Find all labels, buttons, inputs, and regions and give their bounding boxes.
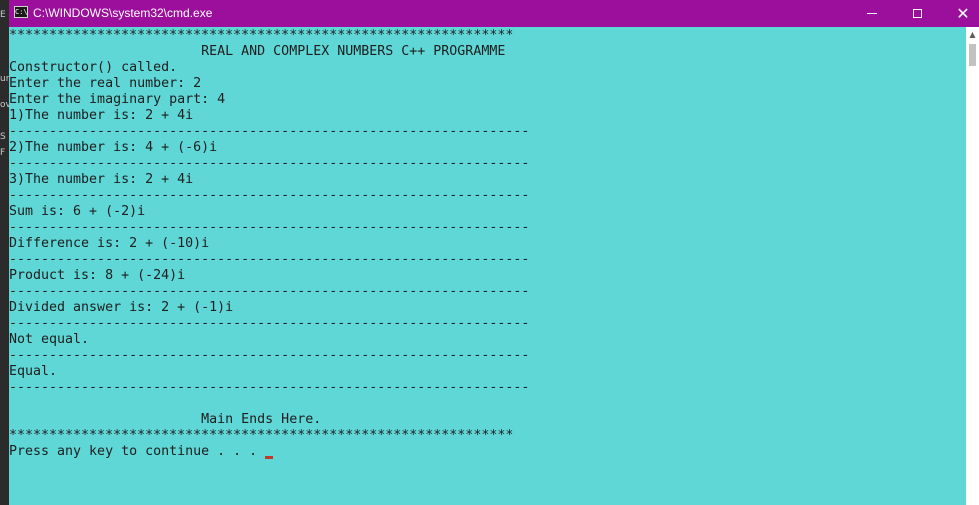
console-line: Main Ends Here.	[9, 412, 322, 427]
title-bar[interactable]: C:\ C:\WINDOWS\system32\cmd.exe ✕	[9, 0, 979, 27]
console-line: ----------------------------------------…	[9, 220, 530, 235]
maximize-icon	[912, 9, 922, 18]
console-line: ****************************************…	[9, 28, 514, 43]
maximize-button[interactable]	[894, 0, 940, 27]
scroll-up-arrow-icon[interactable]: ▲	[966, 27, 979, 42]
console-line: ----------------------------------------…	[9, 252, 530, 267]
close-button[interactable]: ✕	[940, 0, 979, 27]
console-line: Sum is: 6 + (-2)i	[9, 204, 146, 219]
console-line: ----------------------------------------…	[9, 156, 530, 171]
console-line: ----------------------------------------…	[9, 348, 530, 363]
console-line: ----------------------------------------…	[9, 124, 530, 139]
console-line: ----------------------------------------…	[9, 284, 530, 299]
console-line: Product is: 8 + (-24)i	[9, 268, 186, 283]
close-icon: ✕	[956, 3, 970, 23]
console-output[interactable]: ****************************************…	[9, 27, 966, 505]
console-line: 1)The number is: 2 + 4i	[9, 108, 194, 123]
console-line: Not equal.	[9, 332, 90, 347]
console-line: REAL AND COMPLEX NUMBERS C++ PROGRAMME	[9, 44, 506, 59]
window-title: C:\WINDOWS\system32\cmd.exe	[33, 6, 213, 20]
text-cursor	[265, 456, 273, 459]
console-line: 3)The number is: 2 + 4i	[9, 172, 194, 187]
background-text: S	[0, 132, 6, 142]
background-text: E	[0, 10, 6, 20]
background-text: ur	[0, 74, 10, 84]
console-line: Enter the imaginary part: 4	[9, 92, 226, 107]
console-line: Equal.	[9, 364, 58, 379]
console-line: Divided answer is: 2 + (-1)i	[9, 300, 234, 315]
background-window-edge: E ur ov S F	[0, 0, 11, 505]
console-line: ****************************************…	[9, 428, 514, 443]
console-line: ----------------------------------------…	[9, 380, 530, 395]
console-line: Difference is: 2 + (-10)i	[9, 236, 210, 251]
console-line: ----------------------------------------…	[9, 188, 530, 203]
scroll-thumb[interactable]	[969, 44, 976, 66]
minimize-button[interactable]	[849, 0, 895, 27]
console-line: ----------------------------------------…	[9, 316, 530, 331]
cmd-window[interactable]: C:\ C:\WINDOWS\system32\cmd.exe ✕ ******…	[9, 0, 979, 505]
console-line: Constructor() called.	[9, 60, 178, 75]
console-line: Enter the real number: 2	[9, 76, 202, 91]
console-line: 2)The number is: 4 + (-6)i	[9, 140, 218, 155]
console-line: Press any key to continue . . .	[9, 444, 266, 459]
background-text: F	[0, 148, 6, 158]
minimize-icon	[867, 13, 877, 14]
cmd-app-icon[interactable]: C:\	[14, 6, 28, 18]
vertical-scrollbar[interactable]: ▲	[966, 27, 979, 505]
